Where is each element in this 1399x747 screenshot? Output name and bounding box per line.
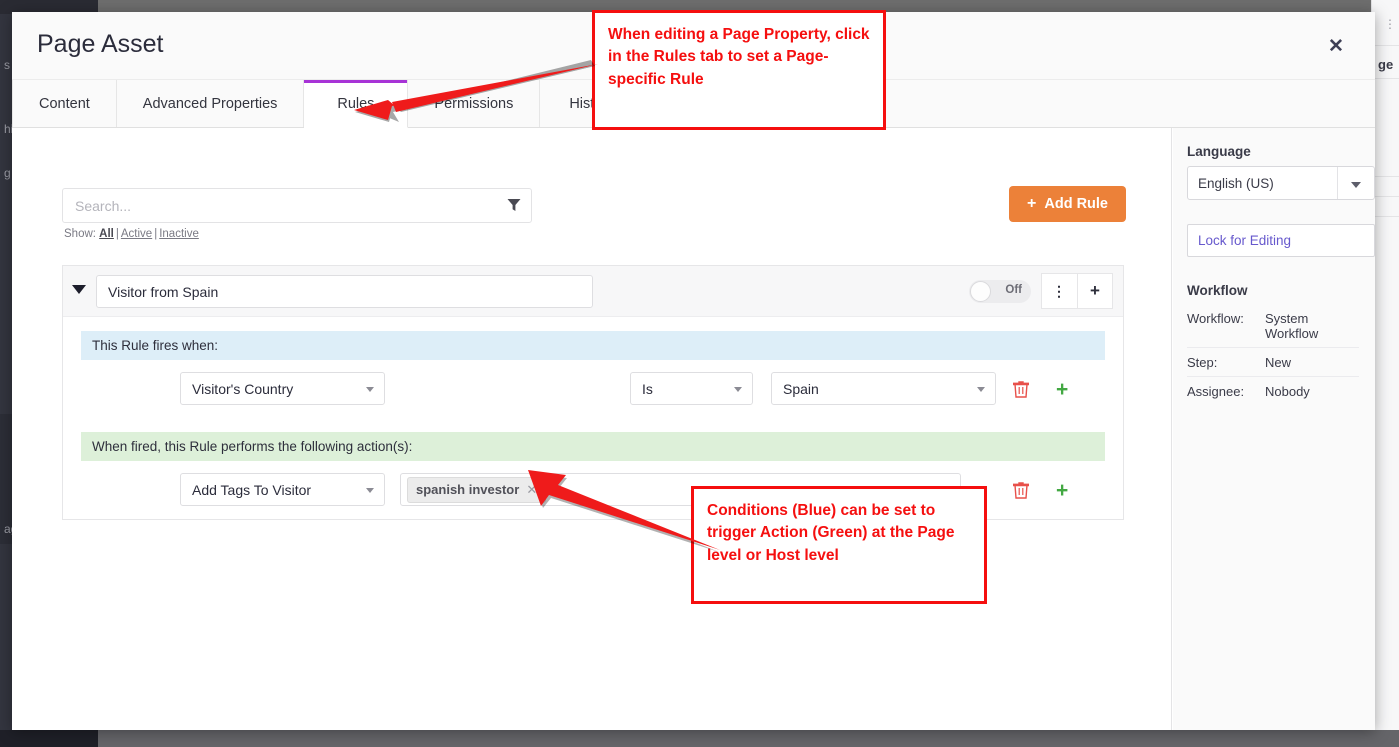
action-add-icon[interactable]: + [1056, 480, 1068, 501]
search-input[interactable] [63, 189, 495, 222]
plus-icon: + [1027, 195, 1036, 213]
rule-enabled-toggle[interactable]: Off [969, 280, 1031, 303]
action-trash-icon[interactable] [1013, 481, 1029, 499]
tag-remove-icon[interactable]: ✕ [526, 482, 537, 498]
page-title: Page Asset [37, 30, 163, 59]
workflow-row: Assignee: Nobody [1187, 377, 1359, 405]
workflow-table: Workflow: System Workflow Step: New Assi… [1187, 304, 1359, 405]
background-divider [1372, 176, 1399, 177]
chevron-down-icon[interactable] [72, 285, 86, 294]
background-divider [1372, 216, 1399, 217]
background-bottom-strip [98, 730, 1399, 747]
action-type-value: Add Tags To Visitor [192, 482, 311, 498]
rule-card: Off ⋮ + This Rule fires when: Visitor's … [62, 265, 1124, 520]
workflow-row: Step: New [1187, 348, 1359, 377]
condition-parameter-select[interactable]: Visitor's Country [180, 372, 385, 405]
chevron-down-icon [366, 387, 374, 392]
kebab-menu-icon[interactable]: ⋮ [1041, 273, 1077, 309]
workflow-value: Nobody [1265, 384, 1359, 399]
properties-sidebar: Language English (US) Lock for Editing W… [1173, 128, 1375, 730]
condition-row: Visitor's Country Is Spain [81, 360, 1105, 418]
show-label: Show: [64, 228, 96, 240]
condition-comparison-select[interactable]: Is [630, 372, 753, 405]
language-label: Language [1187, 144, 1359, 159]
background-divider [1372, 196, 1399, 197]
language-select[interactable]: English (US) [1187, 166, 1375, 200]
workflow-value: System Workflow [1265, 311, 1359, 341]
language-value: English (US) [1188, 176, 1274, 191]
workflow-key: Step: [1187, 355, 1265, 370]
action-type-select[interactable]: Add Tags To Visitor [180, 473, 385, 506]
condition-banner: This Rule fires when: [81, 331, 1105, 360]
condition-value: Spain [783, 381, 819, 397]
show-filter-inactive[interactable]: Inactive [159, 228, 199, 240]
chevron-down-icon [1351, 182, 1361, 188]
tag-chip-label: spanish investor [416, 482, 519, 497]
separator: | [116, 228, 119, 240]
workflow-value: New [1265, 355, 1359, 370]
background-kebab-icon: ⋮ [1384, 22, 1396, 26]
action-banner: When fired, this Rule performs the follo… [81, 432, 1105, 461]
show-filter-links: Show: All|Active|Inactive [64, 228, 199, 240]
rule-add-icon[interactable]: + [1077, 273, 1113, 309]
condition-comparison-value: Is [642, 381, 653, 397]
rules-toolbar: Show: All|Active|Inactive + Add Rule [62, 188, 1126, 244]
tab-permissions[interactable]: Permissions [408, 80, 540, 127]
rules-pane: Show: All|Active|Inactive + Add Rule Off [12, 128, 1172, 730]
toggle-state-label: Off [1005, 284, 1022, 296]
background-divider [1372, 45, 1399, 46]
condition-trash-icon[interactable] [1013, 380, 1029, 398]
condition-value-select[interactable]: Spain [771, 372, 996, 405]
search-field-wrapper [62, 188, 532, 223]
rule-name-input[interactable] [96, 275, 593, 308]
workflow-key: Assignee: [1187, 384, 1265, 399]
annotation-bottom: Conditions (Blue) can be set to trigger … [691, 486, 987, 604]
show-filter-all[interactable]: All [99, 228, 114, 240]
tag-chip[interactable]: spanish investor ✕ [407, 477, 546, 503]
background-text-fragment: ge [1378, 57, 1393, 72]
workflow-heading: Workflow [1187, 283, 1359, 298]
tab-rules[interactable]: Rules [304, 80, 408, 128]
add-rule-button[interactable]: + Add Rule [1009, 186, 1126, 222]
modal-body: Show: All|Active|Inactive + Add Rule Off [12, 128, 1375, 730]
show-filter-active[interactable]: Active [121, 228, 152, 240]
background-nav-fragment: s [4, 58, 10, 72]
separator: | [154, 228, 157, 240]
condition-add-icon[interactable]: + [1056, 379, 1068, 400]
add-rule-label: Add Rule [1044, 196, 1108, 212]
workflow-row: Workflow: System Workflow [1187, 304, 1359, 348]
close-icon[interactable]: ✕ [1321, 32, 1351, 62]
lock-for-editing-button[interactable]: Lock for Editing [1187, 224, 1375, 257]
toggle-knob [970, 281, 991, 302]
chevron-down-icon [366, 488, 374, 493]
tab-content[interactable]: Content [12, 80, 117, 127]
annotation-top: When editing a Page Property, click in t… [592, 10, 886, 130]
filter-icon[interactable] [507, 198, 521, 212]
workflow-key: Workflow: [1187, 311, 1265, 341]
select-divider [1337, 167, 1338, 199]
background-right-panel: ⋮ ge [1371, 0, 1399, 747]
lock-for-editing-label: Lock for Editing [1198, 233, 1291, 248]
background-divider [1372, 78, 1399, 79]
condition-parameter-value: Visitor's Country [192, 381, 293, 397]
tab-advanced-properties[interactable]: Advanced Properties [117, 80, 305, 127]
rule-header: Off ⋮ + [63, 266, 1123, 317]
chevron-down-icon [734, 387, 742, 392]
chevron-down-icon [977, 387, 985, 392]
